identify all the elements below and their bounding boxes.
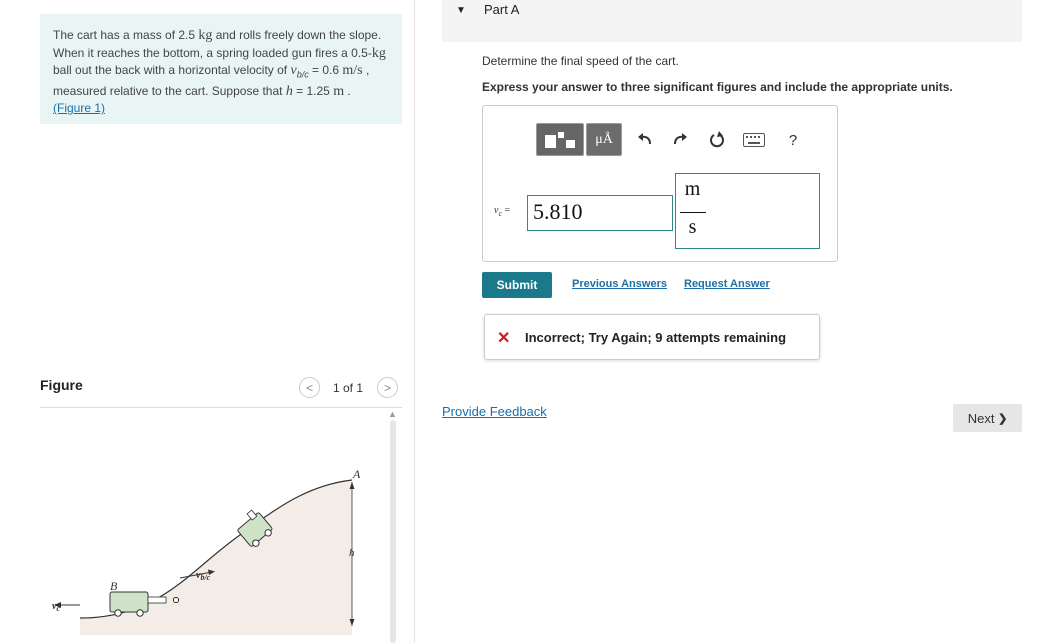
point-b-label: B bbox=[110, 579, 118, 593]
velocity-subscript: b/c bbox=[296, 69, 309, 80]
panel-divider bbox=[414, 0, 415, 643]
instruction-text: Express your answer to three significant… bbox=[482, 80, 953, 94]
request-answer-link[interactable]: Request Answer bbox=[684, 278, 770, 290]
unit-numerator: m bbox=[684, 178, 701, 200]
redo-icon bbox=[674, 133, 687, 145]
figure-heading: Figure bbox=[40, 377, 83, 393]
part-header[interactable] bbox=[442, 0, 1022, 42]
problem-text: ball out the back with a horizontal velo… bbox=[53, 63, 291, 77]
reset-icon bbox=[710, 131, 724, 148]
next-label: Next bbox=[967, 410, 995, 426]
problem-statement: The cart has a mass of 2.5 kg and rolls … bbox=[40, 14, 402, 124]
chevron-left-icon: < bbox=[305, 380, 313, 395]
figure-scrollbar[interactable] bbox=[390, 420, 396, 643]
fraction-bar bbox=[680, 212, 706, 213]
collapse-triangle-icon[interactable]: ▼ bbox=[456, 5, 466, 16]
unit-denominator: s bbox=[688, 216, 697, 238]
templates-button[interactable] bbox=[536, 123, 584, 156]
figure-divider bbox=[40, 407, 402, 408]
keyboard-icon bbox=[743, 133, 765, 147]
submit-button[interactable]: Submit bbox=[482, 272, 552, 298]
problem-text: = 1.25 bbox=[292, 83, 334, 98]
variable-label: vc = bbox=[494, 205, 510, 218]
problem-text: . bbox=[344, 83, 351, 98]
undo-button[interactable] bbox=[634, 128, 656, 150]
keyboard-button[interactable] bbox=[740, 128, 768, 152]
unit-kg: kg bbox=[371, 45, 386, 61]
cart-slope-diagram: A h B vb/c vc bbox=[52, 467, 361, 635]
unit-ms: m/s bbox=[342, 63, 363, 78]
figure-link[interactable]: (Figure 1) bbox=[53, 101, 105, 115]
height-label: h bbox=[349, 547, 355, 559]
redo-button[interactable] bbox=[669, 128, 691, 150]
equals-sign: = bbox=[502, 205, 511, 216]
scroll-up-arrow[interactable]: ▲ bbox=[388, 409, 397, 419]
chevron-right-icon: > bbox=[383, 380, 391, 395]
point-a-label: A bbox=[352, 467, 361, 481]
chevron-right-icon: ❯ bbox=[998, 412, 1008, 425]
reset-button[interactable] bbox=[705, 128, 729, 152]
help-icon: ? bbox=[788, 131, 798, 149]
incorrect-x-icon: ✕ bbox=[497, 330, 511, 347]
previous-answers-link[interactable]: Previous Answers bbox=[572, 278, 667, 290]
units-button[interactable]: μÅ bbox=[586, 123, 622, 156]
problem-text: The cart has a mass of 2.5 bbox=[53, 28, 199, 42]
problem-text: = 0.6 bbox=[308, 63, 343, 77]
provide-feedback-link[interactable]: Provide Feedback bbox=[442, 404, 547, 419]
units-input[interactable]: m s bbox=[675, 173, 820, 249]
undo-icon bbox=[638, 133, 651, 145]
units-icon: μÅ bbox=[595, 131, 613, 147]
unit-kg: kg bbox=[198, 28, 213, 43]
figure-next-button[interactable]: > bbox=[377, 377, 398, 398]
figure-prev-button[interactable]: < bbox=[299, 377, 320, 398]
figure-counter: 1 of 1 bbox=[333, 381, 364, 395]
part-title: Part A bbox=[484, 2, 520, 17]
value-input[interactable]: 5.810 bbox=[527, 195, 673, 231]
height-symbol: h bbox=[285, 83, 293, 99]
unit-m: m bbox=[333, 83, 345, 99]
feedback-message: Incorrect; Try Again; 9 attempts remaini… bbox=[525, 330, 787, 345]
templates-icon bbox=[545, 131, 575, 148]
question-text: Determine the final speed of the cart. bbox=[482, 54, 679, 68]
help-button[interactable]: ? bbox=[783, 128, 803, 152]
next-button[interactable]: Next ❯ bbox=[953, 404, 1022, 432]
